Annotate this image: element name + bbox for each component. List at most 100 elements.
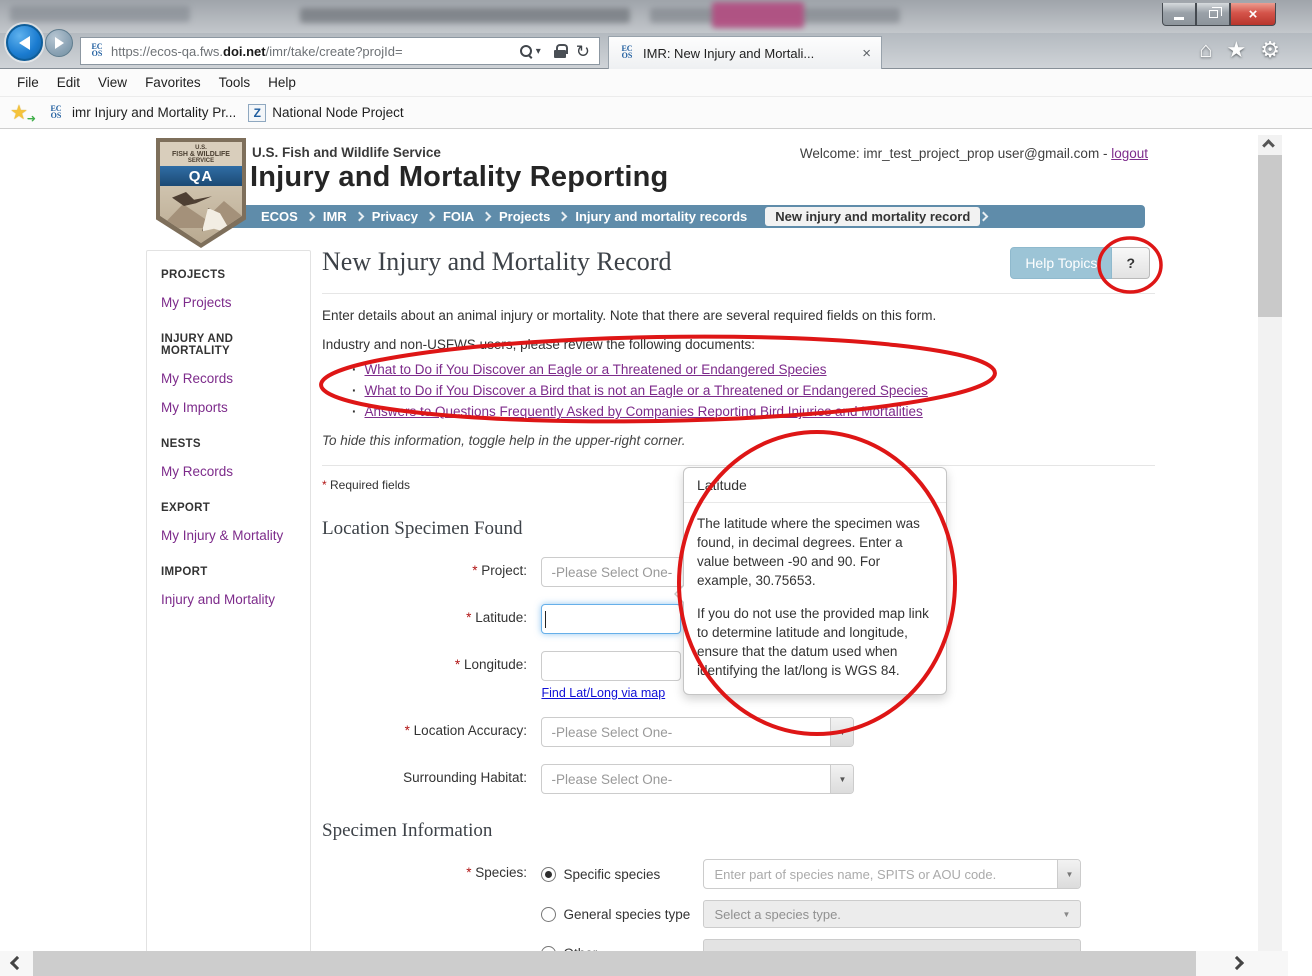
doc-link-eagle[interactable]: What to Do if You Discover an Eagle or a…	[365, 362, 827, 377]
lock-icon[interactable]	[554, 44, 566, 58]
menu-item-help[interactable]: Help	[259, 75, 305, 90]
help-topics-button[interactable]: Help Topics	[1010, 247, 1112, 279]
forward-button[interactable]	[45, 29, 73, 57]
breadcrumb-item-ecos[interactable]: ECOS	[252, 209, 307, 224]
restore-icon	[1209, 10, 1218, 18]
longitude-input[interactable]	[541, 651, 681, 681]
horizontal-scrollbar-thumb[interactable]	[33, 951, 1196, 976]
breadcrumb-item-imr[interactable]: IMR	[314, 209, 356, 224]
scroll-up-icon[interactable]	[1262, 139, 1275, 152]
window-controls: ×	[1162, 3, 1276, 26]
menu-item-favorites[interactable]: Favorites	[136, 75, 210, 90]
site-favicon: EC OS	[87, 43, 107, 59]
favorite-item-imr[interactable]: EC OS imr Injury and Mortality Pr...	[46, 105, 236, 121]
search-dropdown-caret-icon[interactable]: ▾	[536, 46, 541, 57]
sidebar-link-my-projects[interactable]: My Projects	[161, 295, 296, 310]
latitude-label: Latitude:	[475, 610, 527, 625]
species-search-combo[interactable]: Enter part of species name, SPITS or AOU…	[703, 859, 1081, 889]
menu-item-tools[interactable]: Tools	[210, 75, 260, 90]
surrounding-habitat-select[interactable]: -Please Select One- ▼	[541, 764, 854, 794]
sidebar-heading-projects: PROJECTS	[161, 269, 296, 281]
browser-tab[interactable]: EC OS IMR: New Injury and Mortali... ×	[608, 36, 882, 69]
help-button-group: Help Topics ?	[1010, 247, 1150, 279]
search-icon[interactable]	[520, 45, 533, 58]
sidebar-link-my-imports[interactable]: My Imports	[161, 400, 296, 415]
breadcrumb-item-privacy[interactable]: Privacy	[363, 209, 427, 224]
surrounding-habitat-row: Surrounding Habitat: -Please Select One-…	[322, 764, 1155, 794]
doc-link-faq[interactable]: Answers to Questions Frequently Asked by…	[365, 404, 923, 419]
url-text[interactable]: https://ecos-qa.fws.doi.net/imr/take/cre…	[111, 44, 518, 59]
general-species-option: General species type Select a species ty…	[541, 900, 1081, 928]
location-accuracy-row: * Location Accuracy: -Please Select One-…	[322, 717, 1155, 747]
refresh-icon[interactable]: ↻	[576, 43, 590, 60]
radio-specific-species[interactable]	[541, 867, 556, 882]
list-item: ·What to Do if You Discover an Eagle or …	[352, 362, 1155, 377]
logout-link[interactable]: logout	[1111, 146, 1148, 161]
add-favorite-icon[interactable]: ★ ➜	[10, 103, 34, 123]
favorite-z-icon: Z	[248, 104, 266, 122]
sidebar-link-my-records[interactable]: My Records	[161, 371, 296, 386]
favorites-bar: ★ ➜ EC OS imr Injury and Mortality Pr...…	[0, 97, 1312, 129]
restore-button[interactable]	[1196, 3, 1230, 26]
select-arrow-icon[interactable]: ▼	[830, 765, 853, 793]
hide-help-note: To hide this information, toggle help in…	[322, 433, 1155, 448]
close-button[interactable]: ×	[1230, 3, 1276, 26]
background-document-title-blob	[300, 8, 630, 23]
scroll-right-icon[interactable]	[1230, 956, 1244, 970]
tab-title: IMR: New Injury and Mortali...	[643, 46, 854, 61]
minimize-icon	[1174, 17, 1184, 20]
tab-close-icon[interactable]: ×	[860, 45, 873, 62]
tooltip-title: Latitude	[684, 468, 946, 503]
vertical-scrollbar-thumb[interactable]	[1258, 155, 1282, 317]
back-button[interactable]	[6, 24, 43, 61]
location-accuracy-select[interactable]: -Please Select One- ▼	[541, 717, 854, 747]
select-arrow-icon: ▼	[1063, 910, 1071, 919]
help-toggle-button[interactable]: ?	[1112, 247, 1150, 279]
fws-logo: U.S. FISH & WILDLIFE SERVICE QA	[156, 138, 246, 248]
breadcrumb-item-records[interactable]: Injury and mortality records	[566, 209, 756, 224]
favorite-item-national-node[interactable]: Z National Node Project	[248, 104, 403, 122]
settings-icon[interactable]: ⚙	[1260, 39, 1280, 61]
surrounding-habitat-label: Surrounding Habitat:	[403, 770, 527, 785]
review-prompt: Industry and non-USFWS users, please rev…	[322, 337, 1155, 352]
scroll-left-icon[interactable]	[10, 956, 24, 970]
species-type-select[interactable]: Select a species type. ▼	[703, 900, 1081, 928]
minimize-button[interactable]	[1162, 3, 1196, 26]
latitude-input[interactable]	[541, 604, 681, 634]
favorites-icon[interactable]: ★	[1227, 39, 1247, 61]
breadcrumb-item-projects[interactable]: Projects	[490, 209, 559, 224]
chevron-icon	[979, 212, 989, 222]
sidebar-heading-injury-mortality: INJURY AND MORTALITY	[161, 333, 296, 357]
select-arrow-icon[interactable]: ▼	[1057, 860, 1080, 888]
find-latlong-link[interactable]: Find Lat/Long via map	[541, 686, 681, 700]
select-arrow-icon[interactable]: ▼	[830, 718, 853, 746]
radio-general-species-type[interactable]	[541, 907, 556, 922]
sidebar-link-nests-my-records[interactable]: My Records	[161, 464, 296, 479]
duck-icon	[172, 192, 212, 206]
divider	[322, 465, 1155, 466]
menu-item-file[interactable]: File	[8, 75, 48, 90]
latitude-tooltip: Latitude The latitude where the specimen…	[683, 467, 947, 695]
sidebar-link-import-injury-mortality[interactable]: Injury and Mortality	[161, 592, 296, 607]
sidebar: PROJECTS My Projects INJURY AND MORTALIT…	[146, 250, 311, 958]
doc-link-non-eagle[interactable]: What to Do if You Discover a Bird that i…	[365, 383, 928, 398]
browser-window: × EC OS https://ecos-qa.fws.doi.net/imr/…	[0, 0, 1312, 976]
close-icon: ×	[1249, 6, 1258, 23]
tooltip-paragraph: If you do not use the provided map link …	[697, 604, 933, 681]
menu-item-edit[interactable]: Edit	[48, 75, 89, 90]
address-bar[interactable]: EC OS https://ecos-qa.fws.doi.net/imr/ta…	[80, 37, 600, 65]
breadcrumb-item-foia[interactable]: FOIA	[434, 209, 483, 224]
breadcrumb: ECOS IMR Privacy FOIA Projects Injury an…	[198, 205, 1145, 228]
back-arrow-icon	[19, 36, 30, 50]
breadcrumb-current: New injury and mortality record	[765, 207, 980, 226]
background-ribbon-tab-blob	[712, 2, 804, 28]
home-icon[interactable]: ⌂	[1199, 39, 1212, 61]
menu-item-view[interactable]: View	[89, 75, 136, 90]
sidebar-link-export-injury-mortality[interactable]: My Injury & Mortality	[161, 528, 296, 543]
location-accuracy-label: Location Accuracy:	[414, 723, 527, 738]
horizontal-scrollbar[interactable]	[0, 951, 1288, 976]
sidebar-heading-export: EXPORT	[161, 502, 296, 514]
vertical-scrollbar[interactable]	[1258, 135, 1282, 965]
document-link-list: ·What to Do if You Discover an Eagle or …	[352, 362, 1155, 419]
app-title: Injury and Mortality Reporting	[250, 161, 668, 194]
